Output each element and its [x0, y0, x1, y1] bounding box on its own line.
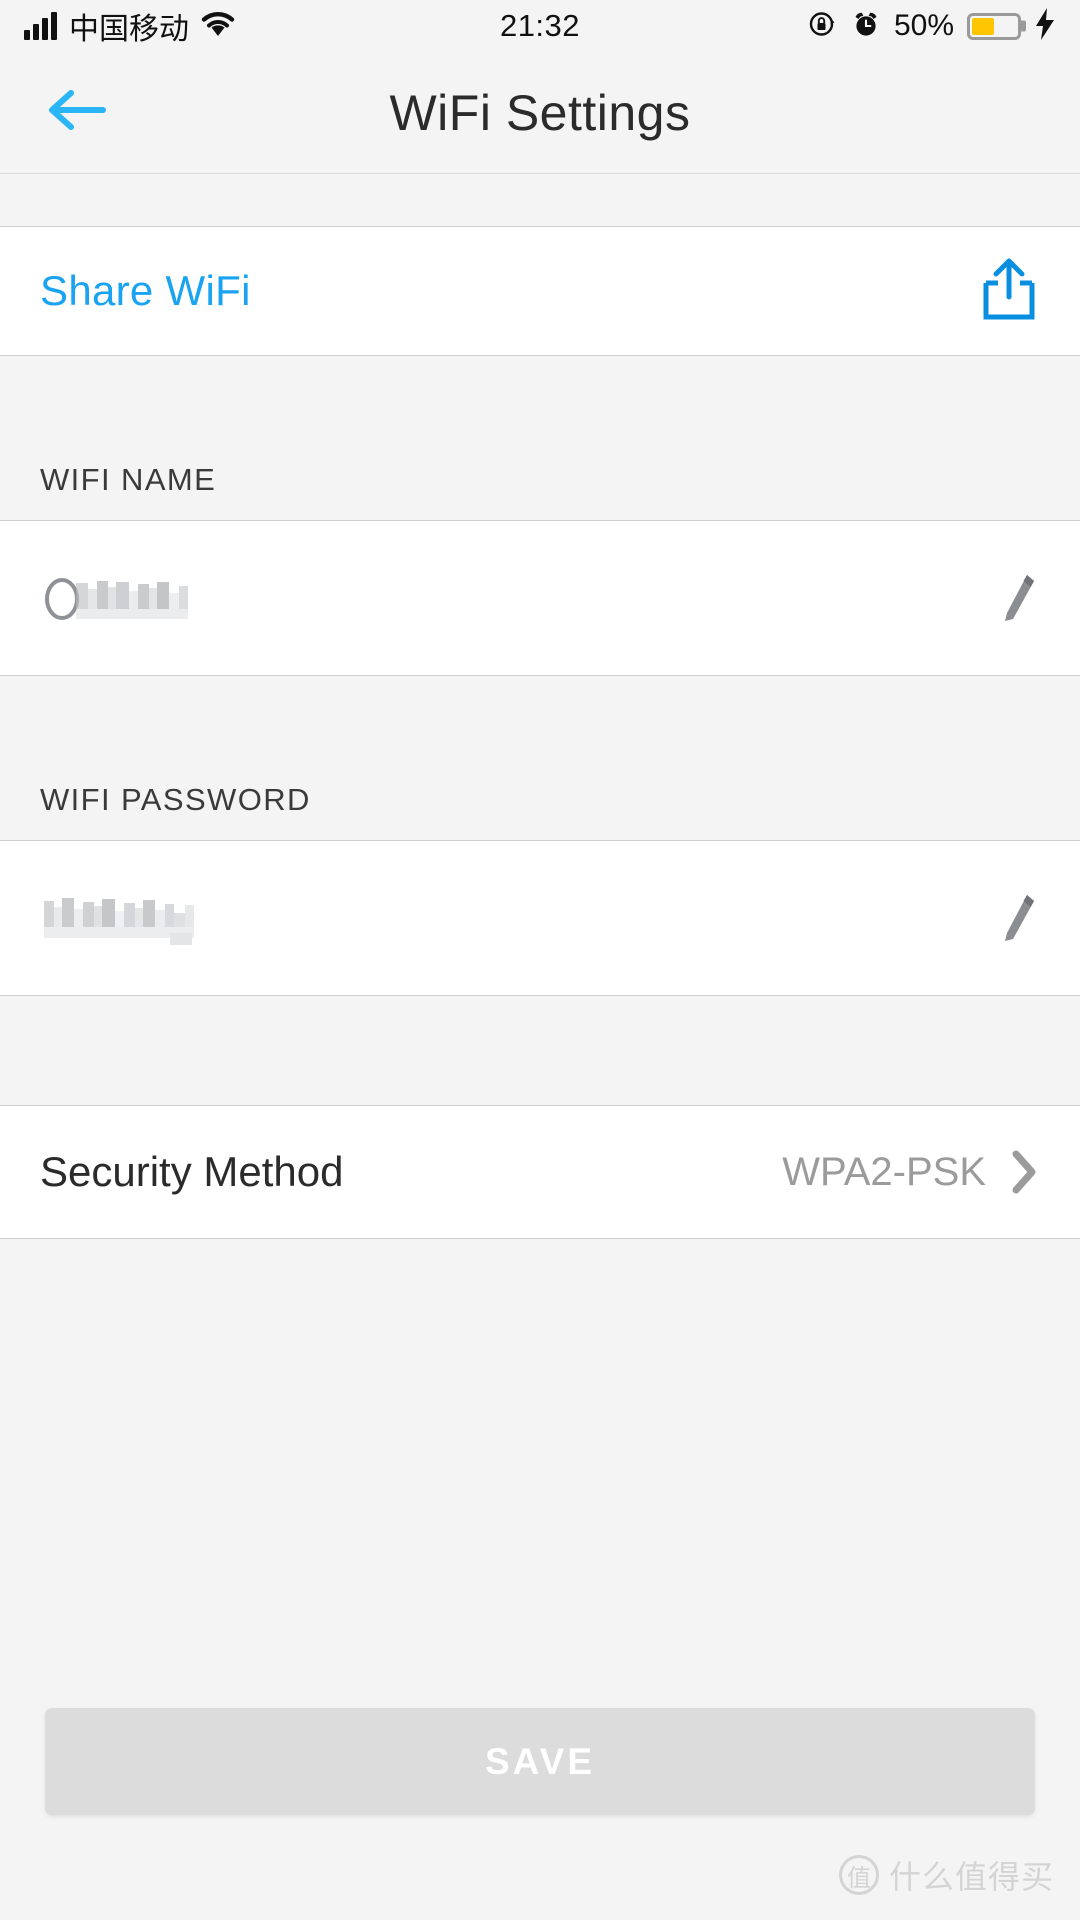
signal-bars-icon — [24, 12, 57, 40]
wifi-name-row[interactable] — [0, 521, 1080, 676]
censored-password-graphic — [44, 898, 194, 945]
alarm-clock-icon — [851, 9, 881, 44]
wifi-name-label: WIFI NAME — [40, 462, 217, 497]
edit-wifi-name-button[interactable] — [996, 569, 1040, 627]
save-button-container: SAVE — [0, 1708, 1080, 1815]
wifi-name-value[interactable] — [40, 575, 275, 621]
charging-bolt-icon — [1034, 7, 1056, 45]
status-bar-right: 50% — [808, 7, 1056, 45]
rotation-lock-icon — [808, 9, 838, 44]
edit-wifi-password-button[interactable] — [996, 889, 1040, 947]
watermark-logo-icon: 值 — [838, 1855, 879, 1895]
status-bar: 中国移动 21:32 50% — [0, 0, 1080, 52]
wifi-password-row[interactable] — [0, 841, 1080, 996]
chevron-right-icon — [1008, 1148, 1040, 1196]
share-wifi-label: Share WiFi — [40, 267, 251, 314]
security-method-value: WPA2-PSK — [782, 1149, 986, 1194]
carrier-label: 中国移动 — [69, 13, 189, 46]
battery-percent-label: 50% — [893, 9, 954, 42]
battery-icon — [967, 12, 1021, 40]
security-method-label: Security Method — [40, 1148, 344, 1195]
clock-label: 21:32 — [499, 8, 581, 43]
back-button[interactable] — [40, 75, 116, 151]
page-title: WiFi Settings — [389, 84, 691, 141]
status-bar-left: 中国移动 — [24, 4, 235, 48]
wifi-icon — [201, 10, 235, 42]
top-gap-band — [0, 174, 1080, 227]
section-spacer-band — [0, 996, 1080, 1106]
watermark-text: 什么值得买 — [888, 1858, 1054, 1896]
watermark: 值 什么值得买 — [838, 1852, 1054, 1898]
wifi-password-value[interactable] — [40, 895, 290, 945]
save-button[interactable]: SAVE — [45, 1708, 1035, 1815]
security-method-row[interactable]: Security Method WPA2-PSK — [0, 1106, 1080, 1239]
wifi-password-label: WIFI PASSWORD — [40, 782, 311, 817]
navigation-bar: WiFi Settings — [0, 52, 1080, 174]
wifi-password-section-header: WIFI PASSWORD — [0, 676, 1080, 841]
wifi-name-section-header: WIFI NAME — [0, 356, 1080, 521]
back-arrow-icon — [47, 87, 109, 138]
share-wifi-row[interactable]: Share WiFi — [0, 227, 1080, 356]
censored-ssid-graphic — [45, 578, 188, 620]
share-icon[interactable] — [978, 257, 1040, 325]
